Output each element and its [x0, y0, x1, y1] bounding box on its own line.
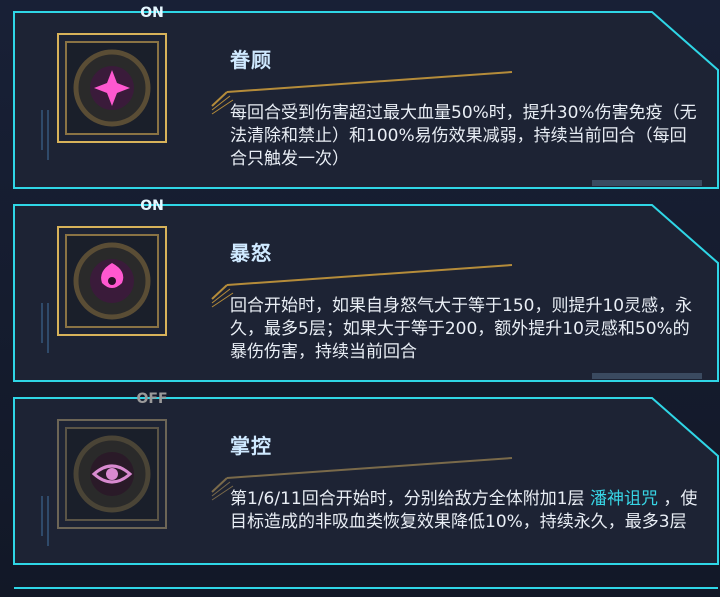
skill-title: 掌控 — [230, 434, 272, 458]
skill-description: 回合开始时，如果自身怒气大于等于150，则提升10灵感，永久，最多5层；如果大于… — [230, 296, 693, 362]
skill-panel-2[interactable]: ON 暴怒 回合开始时，如果自身怒气大于等于150，则提升10灵感，永久，最多5… — [12, 198, 720, 383]
status-badge-off: OFF — [136, 391, 168, 407]
description-prefix: 第1/6/11回合开始时，分别给敌方全体附加1层 — [230, 489, 585, 509]
skill-title: 眷顾 — [230, 48, 272, 72]
pink-swirl-gear-icon — [57, 226, 167, 336]
skill-panel-3[interactable]: OFF 掌控 第1/6/11回合开始时，分别给敌方全体附加1层 潘神诅咒 ，使目… — [12, 391, 720, 566]
pink-star-gear-icon — [57, 33, 167, 143]
next-panel-edge — [14, 587, 718, 589]
skill-description: 每回合受到伤害超过最大血量50%时，提升30%伤害免疫（无法清除和禁止）和100… — [230, 103, 697, 169]
status-badge-on: ON — [140, 5, 164, 21]
skill-panel-1[interactable]: ON 眷顾 每回合受到伤害超过最大血量50%时，提升30%伤害免疫（无法清除和禁… — [12, 5, 720, 190]
skill-icon-2 — [52, 221, 172, 341]
skill-list: ON 眷顾 每回合受到伤害超过最大血量50%时，提升30%伤害免疫（无法清除和禁… — [0, 0, 720, 597]
keyword-link[interactable]: 潘神诅咒 — [590, 489, 658, 509]
skill-title: 暴怒 — [230, 241, 272, 265]
status-badge-on: ON — [140, 198, 164, 214]
eye-gear-icon — [57, 419, 167, 529]
skill-icon-3 — [52, 414, 172, 534]
skill-description: 第1/6/11回合开始时，分别给敌方全体附加1层 潘神诅咒 ，使目标造成的非吸血… — [230, 488, 700, 534]
skill-icon-1 — [52, 28, 172, 148]
